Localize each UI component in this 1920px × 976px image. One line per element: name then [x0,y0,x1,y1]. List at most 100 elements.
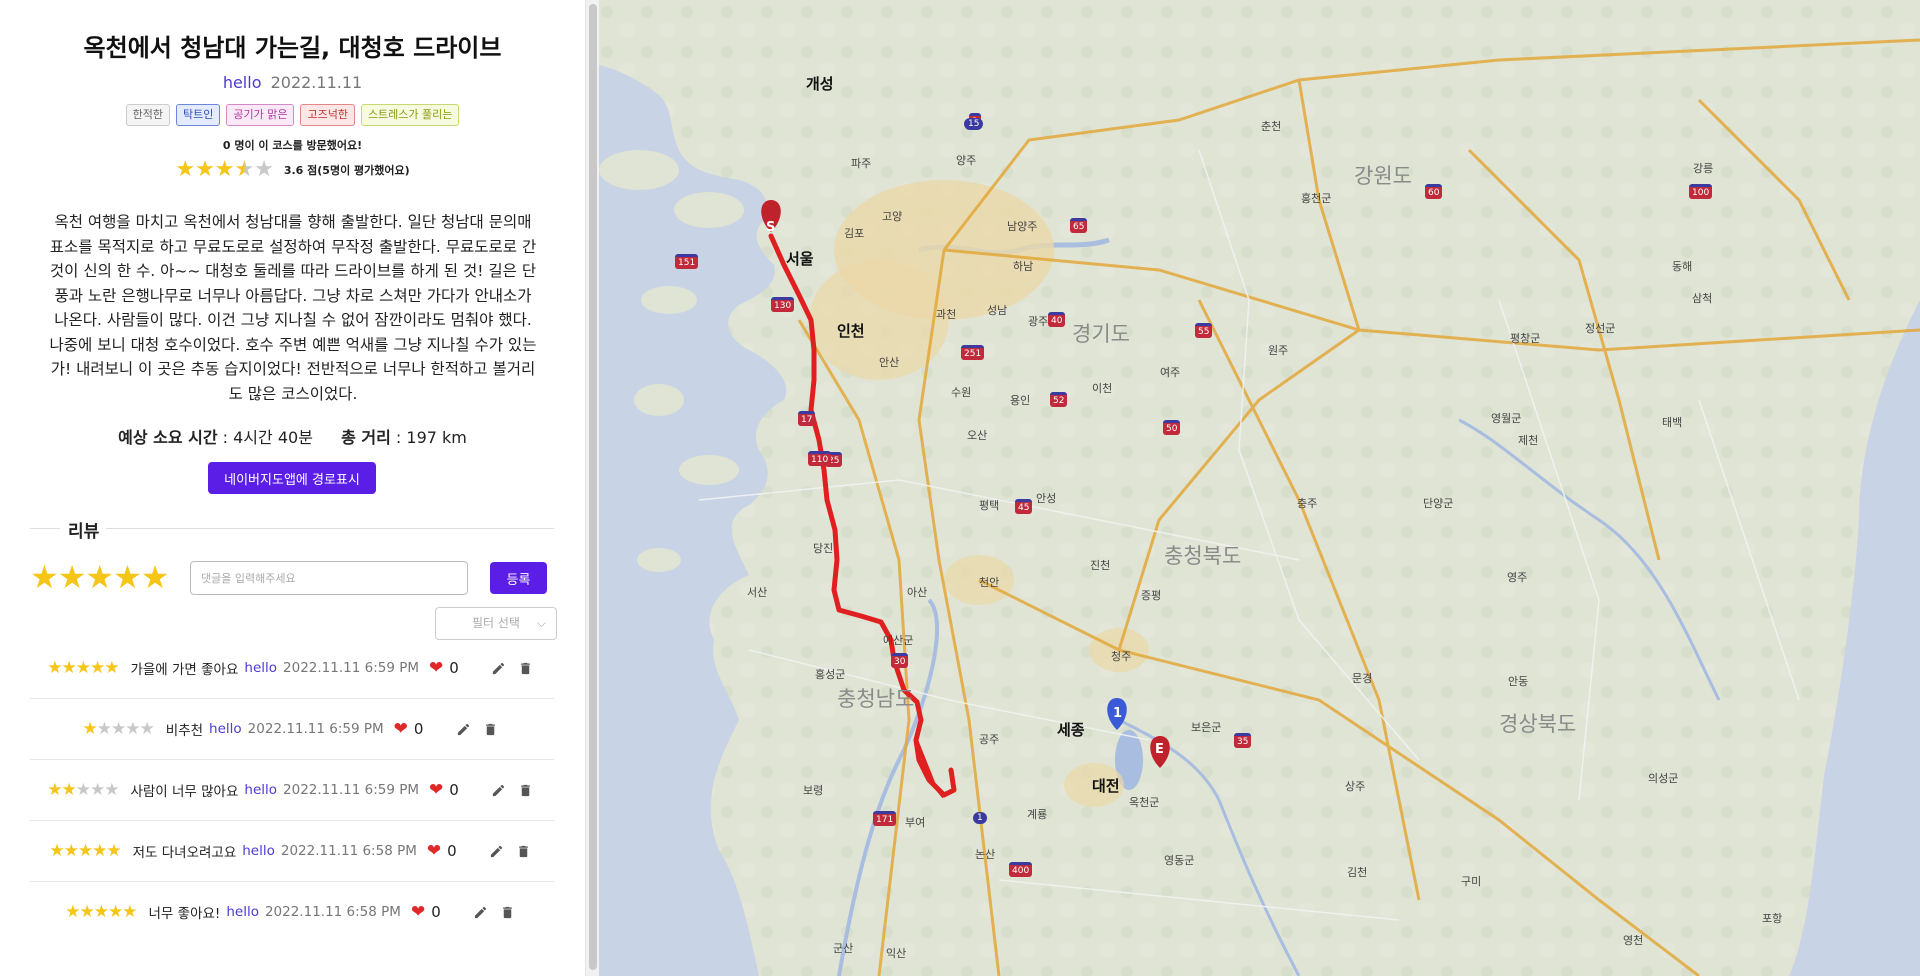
review-star-input[interactable]: ★★★★★ [30,558,170,596]
star-icon: ★ [104,658,119,678]
town-label: 홍천군 [1301,192,1332,205]
delete-review-button[interactable] [515,657,537,679]
town-label: 공주 [979,733,1000,746]
delete-review-button[interactable] [479,718,501,740]
region-label: 충청북도 [1164,544,1242,568]
map-canvas[interactable] [599,0,1920,976]
region-label: 경상북도 [1499,712,1577,736]
town-label: 하남 [1013,260,1034,273]
course-date: 2022.11.11 [270,73,363,92]
pencil-icon [493,784,505,796]
pencil-icon [491,845,503,857]
submit-review-button[interactable]: 등록 [490,562,547,594]
edit-review-button[interactable] [470,901,492,923]
tag-chip: 공기가 맑은 [226,104,295,126]
route-map[interactable]: S E 1 강원도 경기도 충청북도 충청남도 경상북도 개성 서울 인천 세종… [599,0,1920,976]
review-text: 사람이 너무 많아요 [130,784,239,800]
start-marker-label: S [766,220,776,235]
star-icon: ★ [122,902,137,922]
like-count: 0 [447,842,457,860]
town-label: 여주 [1160,366,1181,379]
panel-scrollbar[interactable] [585,0,600,976]
star-icon: ★ [63,841,79,861]
delete-review-button[interactable] [515,779,537,801]
review-author[interactable]: hello [242,843,275,859]
delete-review-button[interactable] [513,840,535,862]
rating-stars: ★★★★★ [175,157,274,182]
scrollbar-thumb[interactable] [589,4,597,970]
trash-icon [486,723,495,735]
city-label: 개성 [806,75,834,93]
pencil-icon [475,906,487,918]
star-icon: ★ [106,841,121,861]
star-input-3[interactable]: ★ [85,558,114,596]
duration-value: : 4시간 40분 [217,428,313,447]
star-input-2[interactable]: ★ [58,558,87,596]
review-stars: ★★★★★ [83,719,155,739]
waypoint-marker-label: 1 [1113,706,1123,721]
star-icon: ★ [65,902,80,922]
review-section-header: 리뷰 [30,517,554,542]
town-label: 옥천군 [1129,796,1160,809]
rating-text: 3.6 점(5명이 평가했어요) [283,163,410,177]
course-author[interactable]: hello [223,73,262,92]
town-label: 충주 [1297,497,1318,510]
comment-input[interactable] [190,561,468,595]
city-label: 대전 [1092,777,1120,795]
town-label: 김포 [844,227,865,240]
review-stars: ★★★★★ [65,902,137,922]
highway-shield: 17 [798,411,816,426]
land-mass [599,0,1920,976]
visit-count: 0 명이 이 코스를 방문했어요! [222,139,363,152]
town-label: 홍성군 [815,668,846,681]
naver-map-route-button[interactable]: 네이버지도앱에 경로표시 [208,462,376,494]
highway-shield: 151 [675,254,699,269]
star-input-1[interactable]: ★ [30,558,59,596]
tag-chip: 스트레스가 풀리는 [360,104,460,126]
town-label: 과천 [936,308,957,321]
review-author[interactable]: hello [209,721,242,737]
course-summary: 예상 소요 시간 : 4시간 40분 총 거리 : 197 km [0,424,585,448]
review-item: ★★★★★ 가을에 가면 좋아요 hello 2022.11.11 6:59 PM ❤ 0 [30,638,554,699]
star-icon: ★ [108,902,123,922]
town-label: 춘천 [1261,120,1282,133]
course-rating: ★★★★★ 3.6 점(5명이 평가했어요) [0,157,585,182]
course-description: 옥천 여행을 마치고 옥천에서 청남대를 향해 출발한다. 일단 청남대 문의매… [49,213,537,403]
star-icon: ★ [75,780,91,800]
highway-shield: 30 [891,653,909,668]
review-author[interactable]: hello [244,660,277,676]
like-count: 0 [431,903,441,921]
star-icon: ★ [79,902,95,922]
edit-review-button[interactable] [452,718,474,740]
town-label: 강릉 [1693,162,1714,175]
town-label: 안성 [1036,492,1057,505]
heart-icon[interactable]: ❤ [427,841,441,861]
town-label: 증평 [1141,589,1162,602]
town-label: 진천 [1090,559,1111,572]
region-label: 충청남도 [837,687,915,711]
edit-review-button[interactable] [488,657,510,679]
review-author[interactable]: hello [226,904,259,920]
edit-review-button[interactable] [486,840,508,862]
review-date: 2022.11.11 6:59 PM [283,782,419,798]
town-label: 영주 [1507,571,1528,584]
heart-icon[interactable]: ❤ [411,902,425,922]
duration-label: 예상 소요 시간 [118,428,218,447]
review-filter-select[interactable]: 필터 선택 ⌵ [435,607,557,640]
heart-icon[interactable]: ❤ [429,658,443,678]
heart-icon[interactable]: ❤ [429,780,443,800]
town-label: 평택 [979,499,1000,512]
town-label: 포항 [1762,912,1783,925]
highway-shield: 60 [1425,184,1443,199]
edit-review-button[interactable] [488,779,510,801]
trash-icon [519,845,529,857]
town-label: 광주 [1028,315,1049,328]
highway-shield: 40 [1048,312,1066,327]
tag-chip: 탁트인 [175,104,221,126]
star-icon: ★ [61,780,76,800]
star-input-5[interactable]: ★ [141,558,170,596]
star-input-4[interactable]: ★ [113,558,142,596]
heart-icon[interactable]: ❤ [394,719,408,739]
delete-review-button[interactable] [497,901,519,923]
review-author[interactable]: hello [244,782,277,798]
